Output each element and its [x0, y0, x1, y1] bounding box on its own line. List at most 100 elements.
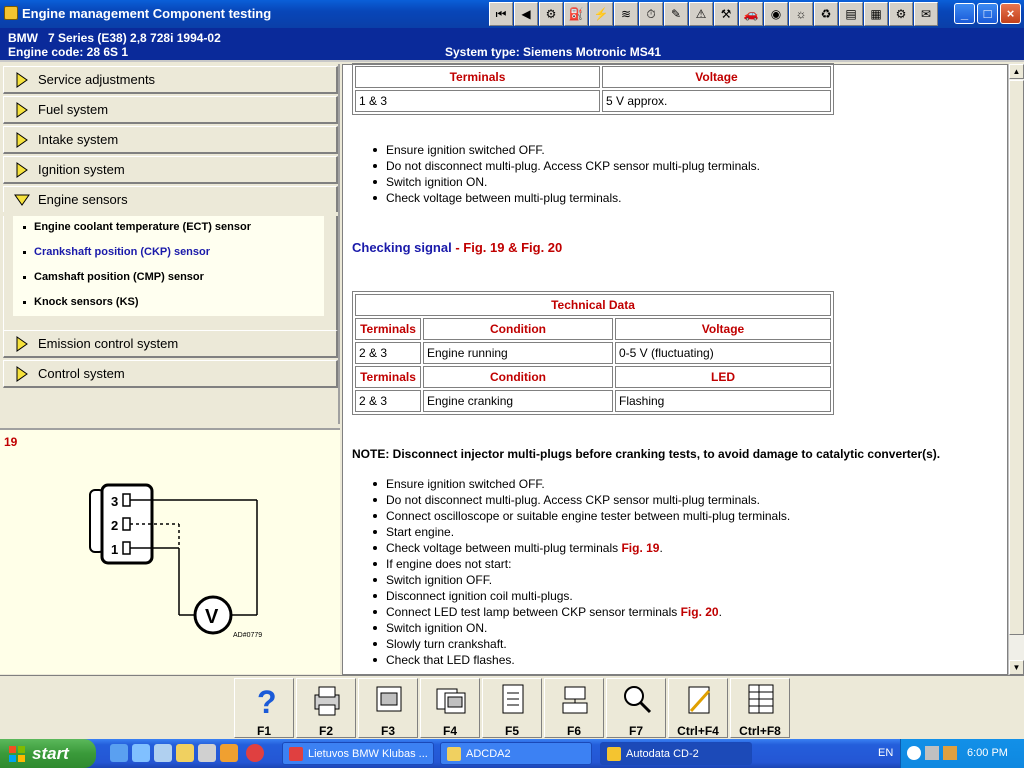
start-button[interactable]: start	[0, 739, 96, 768]
fig-20-link[interactable]: Fig. 20	[521, 240, 562, 255]
sub-item-knock-sensors[interactable]: Knock sensors (KS)	[23, 296, 139, 308]
list-item: Switch ignition ON.	[372, 620, 790, 636]
nav-emission-control[interactable]: Emission control system	[3, 330, 338, 358]
task-bmw-klubas[interactable]: Lietuvos BMW Klubas ...	[282, 742, 434, 765]
document-icon	[502, 684, 524, 714]
note-text: NOTE: Disconnect injector multi-plugs be…	[352, 447, 941, 461]
scroll-thumb[interactable]	[1009, 80, 1024, 635]
prev-icon[interactable]: ◀	[514, 2, 538, 26]
scroll-down-icon[interactable]: ▼	[1009, 660, 1024, 675]
book-icon[interactable]: ▦	[864, 2, 888, 26]
nav-label: Service adjustments	[38, 72, 156, 87]
pin-label: 2	[111, 518, 118, 533]
explorer-icon[interactable]	[154, 744, 172, 762]
vertical-scrollbar[interactable]: ▲ ▼	[1008, 64, 1024, 675]
spanner-icon[interactable]: ⚙	[889, 2, 913, 26]
task-autodata[interactable]: Autodata CD-2	[600, 742, 752, 765]
fkey-f5-button[interactable]: F5	[482, 678, 542, 738]
sub-item-ect-sensor[interactable]: Engine coolant temperature (ECT) sensor	[23, 221, 251, 233]
fkey-f1-button[interactable]: ? F1	[234, 678, 294, 738]
fkey-label: F5	[504, 724, 519, 738]
table-title: Technical Data	[355, 294, 831, 316]
help-icon: ?	[257, 684, 277, 717]
maximize-button[interactable]: □	[977, 3, 998, 24]
warning-icon[interactable]: ⚠	[689, 2, 713, 26]
list-item: Ensure ignition switched OFF.	[372, 476, 790, 492]
first-icon[interactable]: ⏮	[489, 2, 513, 26]
minimize-button[interactable]: _	[954, 3, 975, 24]
list-item: Switch ignition ON.	[373, 174, 760, 190]
fkey-ctrl-f8-button[interactable]: Ctrl+F8	[730, 678, 790, 738]
list-item: Check that LED flashes.	[372, 652, 790, 668]
fig-19-link[interactable]: Fig. 19	[463, 240, 504, 255]
timing-icon[interactable]: ⏱	[639, 2, 663, 26]
media-icon[interactable]	[198, 744, 216, 762]
section-heading-checking-signal: Checking signal - Fig. 19 & Fig. 20	[352, 240, 563, 255]
table-cell: 0-5 V (fluctuating)	[615, 342, 831, 364]
nav-label: Fuel system	[38, 102, 109, 117]
table-header: Condition	[423, 318, 613, 340]
fkey-f7-button[interactable]: F7	[606, 678, 666, 738]
heading-text: Checking signal	[352, 240, 452, 255]
sub-item-ckp-sensor[interactable]: Crankshaft position (CKP) sensor	[23, 246, 210, 258]
fkey-f2-button[interactable]: F2	[296, 678, 356, 738]
nav-service-adjustments[interactable]: Service adjustments	[3, 66, 338, 94]
window-title: Engine management Component testing	[22, 6, 272, 21]
app-quicklaunch-icon[interactable]	[220, 744, 238, 762]
fuel-icon[interactable]: ⛽	[564, 2, 588, 26]
folder-icon[interactable]	[176, 744, 194, 762]
data-icon[interactable]: ▤	[839, 2, 863, 26]
car-icon[interactable]: 🚗	[739, 2, 763, 26]
figure-code: AD#0779	[233, 632, 262, 639]
nav-label: Control system	[38, 366, 125, 381]
fkey-label: Ctrl+F4	[677, 724, 719, 738]
ignition-icon[interactable]: ⚡	[589, 2, 613, 26]
nav-ignition-system[interactable]: Ignition system	[3, 156, 338, 184]
language-indicator[interactable]: EN	[878, 747, 893, 759]
nav-intake-system[interactable]: Intake system	[3, 126, 338, 154]
fkey-f3-button[interactable]: F3	[358, 678, 418, 738]
engine-icon[interactable]: ⚙	[539, 2, 563, 26]
nav-control-system[interactable]: Control system	[3, 360, 338, 388]
figure-link[interactable]: Fig. 19	[621, 541, 659, 555]
arrow-right-icon	[16, 131, 28, 148]
task-adcda2[interactable]: ADCDA2	[440, 742, 592, 765]
table-cell: Engine cranking	[423, 390, 613, 412]
close-button[interactable]: ×	[1000, 3, 1021, 24]
diagnostics-icon[interactable]: ◉	[764, 2, 788, 26]
navigation-panel: Service adjustments Fuel system Intake s…	[0, 64, 340, 424]
note-icon[interactable]: ✉	[914, 2, 938, 26]
pin-label: 3	[111, 494, 118, 509]
desktop-icon[interactable]	[132, 744, 150, 762]
clock[interactable]: 6:00 PM	[967, 747, 1008, 759]
list-item: Switch ignition OFF.	[372, 572, 790, 588]
fkey-ctrl-f4-button[interactable]: Ctrl+F4	[668, 678, 728, 738]
emission-icon[interactable]: ♻	[814, 2, 838, 26]
tray-icon[interactable]	[907, 746, 921, 760]
arrow-right-icon	[16, 161, 28, 178]
lamp-icon[interactable]: ☼	[789, 2, 813, 26]
speaker-icon[interactable]	[943, 746, 957, 760]
table-cell: 2 & 3	[355, 390, 421, 412]
sub-item-cmp-sensor[interactable]: Camshaft position (CMP) sensor	[23, 271, 204, 283]
wiring-icon[interactable]: ≋	[614, 2, 638, 26]
nav-engine-sensors[interactable]: Engine sensors	[3, 186, 338, 212]
figure-link[interactable]: Fig. 20	[681, 605, 719, 619]
table-icon	[748, 684, 774, 714]
network-icon[interactable]	[925, 746, 939, 760]
fkey-f6-button[interactable]: F6	[544, 678, 604, 738]
tools-icon[interactable]: ✎	[664, 2, 688, 26]
ie-icon[interactable]	[110, 744, 128, 762]
nav-fuel-system[interactable]: Fuel system	[3, 96, 338, 124]
scroll-up-icon[interactable]: ▲	[1009, 64, 1024, 79]
opera-icon[interactable]	[246, 744, 264, 762]
pin-label: 1	[111, 542, 118, 557]
table-header: Terminals	[355, 318, 421, 340]
fkey-f4-button[interactable]: F4	[420, 678, 480, 738]
table-technical-data: Technical Data Terminals Condition Volta…	[352, 291, 834, 415]
app-icon	[4, 6, 18, 20]
service-icon[interactable]: ⚒	[714, 2, 738, 26]
list-item: Connect oscilloscope or suitable engine …	[372, 509, 791, 523]
table-terminal-voltage: Terminals Voltage 1 & 3 5 V approx.	[352, 63, 834, 115]
list-item: Ensure ignition switched OFF.	[373, 142, 760, 158]
